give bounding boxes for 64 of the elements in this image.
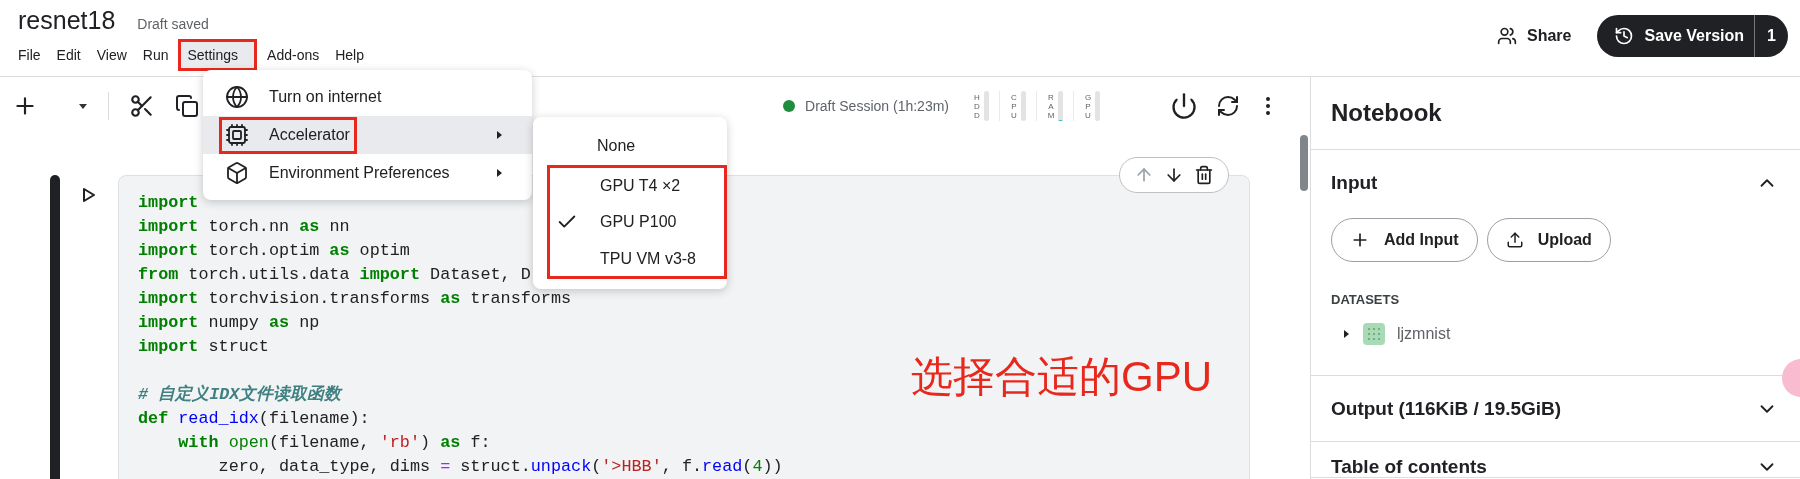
section-title: Table of contents [1331,455,1487,478]
refresh-icon[interactable] [1216,94,1240,118]
caret-icon [78,101,88,111]
menu-item[interactable]: View [90,42,133,68]
meter-track [1095,91,1100,121]
panel-title: Notebook [1331,98,1442,128]
cut-icon[interactable] [129,93,155,119]
session-status: Draft Session (1h:23m) [805,96,949,116]
version-count: 1 [1754,15,1788,57]
submenu-option[interactable]: GPU T4 ×2 [547,165,727,203]
meter-label: RAM [1047,92,1055,120]
meter-label: HDD [973,92,981,120]
notebook-title: resnet18 [18,5,116,36]
menu-item[interactable]: File [12,42,47,68]
upload-icon [1505,231,1524,249]
code-line: zero, data_type, dims = struct.unpack('>HBB', f.read(4)) [217,457,783,476]
power-icon[interactable] [1170,92,1198,120]
option-label: Turn on internet [269,87,382,107]
code-line: def read_idx(filename): [138,409,370,428]
meter-track [984,91,989,121]
code-line: import torchvision.transforms as transforms [138,289,572,308]
code-line: import [138,193,199,212]
submenu-option[interactable]: TPU VM v3-8 [547,241,727,279]
menu-item[interactable]: Help [329,42,370,68]
history-icon [1614,26,1635,46]
box-icon [225,161,249,185]
option-label: Environment Preferences [269,163,450,183]
code-line: import torch.optim as optim [138,241,410,260]
run-icon[interactable] [82,187,96,203]
code-line: import numpy as np [138,313,320,332]
share-button[interactable]: Share [1497,24,1572,48]
settings-option[interactable]: Environment Preferences [203,154,532,192]
save-version-button[interactable]: Save Version 1 [1597,15,1788,57]
settings-option[interactable]: Accelerator [203,116,532,154]
chip-icon [225,123,249,147]
menu-item[interactable]: Add-ons [261,42,326,68]
section-title: Output (116KiB / 19.5GiB) [1331,397,1562,420]
dataset-icon [1363,322,1385,345]
people-icon [1497,26,1517,46]
delete-icon[interactable] [1194,165,1214,185]
code-line: from torch.utils.data import Dataset, D [138,265,531,284]
meter-label: GPU [1084,92,1092,120]
group-label: DATASETS [1331,291,1401,309]
menu-item[interactable]: Settings [181,42,255,68]
code-line: import struct [138,337,269,356]
meter-label: CPU [1010,92,1018,120]
option-label: Accelerator [269,125,350,145]
menu-item[interactable]: Edit [50,42,87,68]
submenu-option[interactable]: GPU P100 [547,203,727,241]
section-title: Input [1331,170,1378,195]
code-line: # 自定义IDX文件读取函数 [138,385,342,404]
copy-icon[interactable] [175,94,199,118]
meter-track [1021,91,1026,121]
settings-option[interactable]: Turn on internet [203,78,532,116]
code-line: import torch.nn as nn [138,217,350,236]
globe-icon [225,85,249,109]
code-line: with open(filename, 'rb') as f: [177,433,491,452]
dataset-name[interactable]: ljzmnist [1397,321,1451,346]
submenu-option[interactable]: None [547,127,727,165]
annotation-text: 选择合适的GPU [911,354,1212,400]
save-status: Draft saved [137,15,209,34]
menu-item[interactable]: Run [136,42,175,68]
scrollbar [1300,135,1308,191]
save-version-label: Save Version [1644,26,1745,46]
